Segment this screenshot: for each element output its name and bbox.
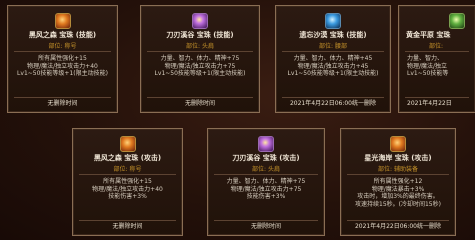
stat-line: 技能伤害+3% [108, 193, 147, 201]
item-stats: 力量、智力、体力、精神+75 物理/魔法/独立攻击力+75 技能伤害+3% [208, 178, 324, 201]
item-card[interactable]: 黑风之森 宝珠 (攻击) 部位: 称号 所有属性强化+15 物理/魔法/独立攻击… [72, 128, 183, 236]
item-card[interactable]: 黑风之森 宝珠 (技能) 部位: 称号 所有属性强化+15 物理/魔法/独立攻击… [7, 5, 118, 113]
stat-line: 技能伤害+3% [246, 193, 286, 201]
stat-line: Lv1~50技能等 [407, 70, 449, 78]
stat-line: 力量、智力、体力、精神+75 [160, 55, 240, 62]
item-slot: 部位: 头肩 [252, 166, 280, 173]
item-slot: 部位: 头肩 [186, 43, 214, 50]
divider [405, 97, 469, 98]
divider [14, 97, 111, 98]
stat-line: 力量、智力、体力、精神+75 [226, 178, 306, 185]
divider [147, 51, 253, 52]
item-name: 黄金平原 宝珠 [406, 31, 451, 39]
stat-line: 力量、智力、 [407, 55, 444, 62]
divider [282, 51, 384, 52]
stat-line: Lv1~50技能等级+1(限主动技能) [154, 70, 246, 78]
expiry-text: 2021年4月22日 [407, 100, 452, 108]
item-stats: 力量、智力、体力、精神+45 物理/魔法/独立攻击力+45 Lv1~50技能等级… [276, 55, 390, 78]
orb-icon [258, 136, 274, 152]
stat-line: 所有属性强化+12 [373, 178, 423, 185]
divider [347, 174, 449, 175]
item-card[interactable]: 黄金平原 宝珠 部位: 力量、智力、 物理/魔法/独立 Lv1~50技能等 20… [398, 5, 475, 113]
item-card[interactable]: 遗忘沙漠 宝珠 (技能) 部位: 腰部 力量、智力、体力、精神+45 物理/魔法… [275, 5, 391, 113]
item-card[interactable]: 星光海岸 宝珠 (攻击) 部位: 辅助装备 所有属性强化+12 物理/魔法暴击+… [340, 128, 456, 236]
stat-line: 攻速持续15秒。(冷却时间15秒) [355, 200, 441, 208]
stat-line: 所有属性强化+15 [38, 55, 87, 62]
divider [79, 220, 176, 221]
item-slot: 部位: 称号 [113, 166, 142, 173]
item-slot: 部位: 辅助装备 [378, 166, 418, 173]
item-stats: 所有属性强化+15 物理/魔法/独立攻击力+40 Lv1~50技能等级+1(限主… [8, 55, 117, 78]
orb-icon [192, 13, 208, 29]
item-stats: 力量、智力、体力、精神+75 物理/魔法/独立攻击力+75 Lv1~50技能等级… [141, 55, 259, 78]
orb-icon [390, 136, 406, 152]
divider [347, 220, 449, 221]
divider [214, 220, 318, 221]
item-stats: 所有属性强化+15 物理/魔法/独立攻击力+40 技能伤害+3% [73, 178, 182, 201]
expiry-text: 2021年4月22日06:00统一删除 [289, 100, 376, 108]
item-name: 星光海岸 宝珠 (攻击) [364, 154, 432, 162]
item-name: 刀刃溪谷 宝珠 (技能) [166, 31, 234, 39]
stat-line: 攻击时，增加3%的最终伤害。 [357, 193, 439, 201]
divider [214, 174, 318, 175]
item-card[interactable]: 刀刃溪谷 宝珠 (技能) 部位: 头肩 力量、智力、体力、精神+75 物理/魔法… [140, 5, 260, 113]
expiry-text: 2021年4月22日06:00统一删除 [354, 223, 441, 231]
divider [14, 51, 111, 52]
item-stats: 所有属性强化+12 物理/魔法暴击+3% 攻击时，增加3%的最终伤害。 攻速持续… [341, 178, 455, 208]
item-name: 遗忘沙漠 宝珠 (技能) [299, 31, 367, 39]
divider [405, 51, 469, 52]
item-slot: 部位: [429, 43, 444, 50]
item-name: 刀刃溪谷 宝珠 (攻击) [232, 154, 300, 162]
orb-icon [325, 13, 341, 29]
expiry-text: 无删除时间 [112, 223, 143, 231]
divider [147, 97, 253, 98]
item-slot: 部位: 腰部 [319, 43, 347, 50]
item-slot: 部位: 称号 [48, 43, 77, 50]
item-name: 黑风之森 宝珠 (攻击) [93, 154, 162, 162]
expiry-text: 无删除时间 [47, 100, 78, 108]
divider [282, 97, 384, 98]
orb-icon [449, 13, 465, 29]
expiry-text: 无删除时间 [184, 100, 215, 108]
stat-line: 力量、智力、体力、精神+45 [293, 55, 373, 62]
stat-line: 所有属性强化+15 [103, 178, 152, 185]
item-name: 黑风之森 宝珠 (技能) [28, 31, 97, 39]
orb-icon [54, 13, 71, 29]
orb-icon [119, 136, 136, 152]
item-card[interactable]: 刀刃溪谷 宝珠 (攻击) 部位: 头肩 力量、智力、体力、精神+75 物理/魔法… [207, 128, 325, 236]
item-stats: 力量、智力、 物理/魔法/独立 Lv1~50技能等 [407, 55, 475, 78]
stat-line: Lv1~50技能等级+1(限主动技能) [287, 70, 379, 78]
expiry-text: 无删除时间 [250, 223, 281, 231]
stat-line: Lv1~50技能等级+1(限主动技能) [17, 70, 108, 78]
divider [79, 174, 176, 175]
